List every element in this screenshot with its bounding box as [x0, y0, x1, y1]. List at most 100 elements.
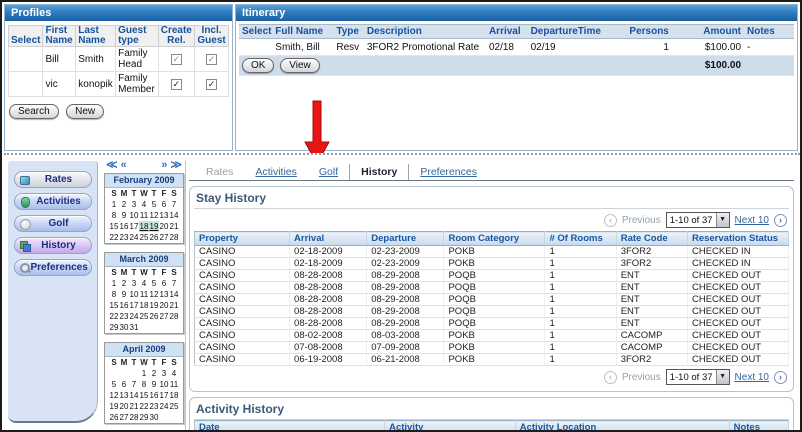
calendar-day[interactable]: 5	[149, 199, 159, 210]
calendar-day[interactable]: 11	[139, 289, 149, 300]
calendar-day[interactable]: 3	[129, 199, 139, 210]
calendar-day[interactable]: 11	[169, 379, 179, 390]
calendar-day[interactable]: 7	[129, 379, 139, 390]
calendar-day[interactable]: 27	[159, 311, 169, 322]
calendar-day[interactable]: 30	[119, 322, 129, 333]
calendar-day[interactable]: 17	[129, 221, 139, 232]
next-link[interactable]: Next 10	[735, 215, 769, 226]
calendar-day[interactable]: 21	[169, 221, 179, 232]
calendar-day[interactable]: 26	[109, 412, 119, 423]
calendar-day[interactable]: 4	[139, 199, 149, 210]
calendar-day[interactable]: 18	[139, 300, 149, 311]
new-button[interactable]: New	[66, 104, 104, 119]
calendar-day[interactable]: 19	[149, 300, 159, 311]
calendar-day[interactable]: 29	[139, 412, 149, 423]
calendar-day[interactable]: 2	[119, 278, 129, 289]
calendar-day[interactable]: 17	[159, 390, 169, 401]
page-range-select[interactable]: 1-10 of 37▼	[666, 212, 730, 228]
create-rel-checkbox[interactable]: ✓	[171, 79, 182, 90]
calendar-day[interactable]: 8	[139, 379, 149, 390]
calendar-day[interactable]: 30	[149, 412, 159, 423]
calendar-day[interactable]: 28	[129, 412, 139, 423]
search-button[interactable]: Search	[9, 104, 59, 119]
calendar-day[interactable]: 1	[109, 278, 119, 289]
calendar-day[interactable]: 16	[119, 221, 129, 232]
calendar-day[interactable]: 27	[159, 232, 169, 243]
calendar-day[interactable]: 11	[139, 210, 149, 221]
tab-history[interactable]: History	[349, 164, 409, 180]
calendar-day[interactable]: 16	[119, 300, 129, 311]
calendar-day[interactable]: 8	[109, 210, 119, 221]
calendar-day[interactable]: 10	[159, 379, 169, 390]
calendar-day[interactable]: 19	[149, 221, 159, 232]
calendar-day[interactable]: 12	[149, 289, 159, 300]
calendar-day[interactable]: 17	[129, 300, 139, 311]
calendar-day[interactable]: 21	[129, 401, 139, 412]
calendar-day[interactable]: 23	[149, 401, 159, 412]
calendar-day[interactable]: 29	[109, 322, 119, 333]
incl-guest-checkbox[interactable]: ✓	[206, 79, 217, 90]
calendar-day[interactable]: 28	[169, 232, 179, 243]
calendar-day[interactable]: 22	[139, 401, 149, 412]
calendar-day[interactable]: 24	[129, 232, 139, 243]
calendar-day[interactable]: 13	[119, 390, 129, 401]
calendar-day[interactable]: 23	[119, 311, 129, 322]
calendar-day[interactable]: 1	[139, 368, 149, 379]
calendar-day[interactable]: 12	[109, 390, 119, 401]
calendar-day[interactable]: 7	[169, 278, 179, 289]
calendar-day[interactable]: 25	[139, 232, 149, 243]
create-rel-checkbox[interactable]: ✓	[171, 54, 182, 65]
calendar-day[interactable]: 20	[119, 401, 129, 412]
calendar-day[interactable]: 23	[119, 232, 129, 243]
sidebar-item-history[interactable]: History	[14, 237, 92, 254]
calendar-day[interactable]: 28	[169, 311, 179, 322]
calendar-day[interactable]: 14	[169, 210, 179, 221]
calendar-day[interactable]: 13	[159, 210, 169, 221]
sidebar-item-rates[interactable]: Rates	[14, 171, 92, 188]
next-link[interactable]: Next 10	[735, 372, 769, 383]
calendar-next-button[interactable]: » ≫	[161, 159, 182, 171]
calendar-day[interactable]: 27	[119, 412, 129, 423]
calendar-day[interactable]: 22	[109, 311, 119, 322]
calendar-day[interactable]: 5	[109, 379, 119, 390]
page-range-select[interactable]: 1-10 of 37▼	[666, 369, 730, 385]
calendar-day[interactable]: 2	[149, 368, 159, 379]
view-button[interactable]: View	[280, 58, 320, 73]
calendar-day[interactable]: 15	[109, 221, 119, 232]
calendar-day[interactable]: 15	[109, 300, 119, 311]
calendar-day[interactable]: 19	[109, 401, 119, 412]
calendar-day[interactable]: 1	[109, 199, 119, 210]
tab-rates[interactable]: Rates	[195, 164, 244, 180]
calendar-day[interactable]: 10	[129, 210, 139, 221]
calendar-prev-button[interactable]: ≪ «	[106, 159, 127, 171]
calendar-day[interactable]: 26	[149, 311, 159, 322]
calendar-day[interactable]: 18	[139, 221, 149, 232]
calendar-day[interactable]: 24	[159, 401, 169, 412]
calendar-day[interactable]: 3	[129, 278, 139, 289]
calendar-day[interactable]: 5	[149, 278, 159, 289]
sidebar-item-preferences[interactable]: Preferences	[14, 259, 92, 276]
tab-activities[interactable]: Activities	[244, 164, 307, 180]
calendar-day[interactable]: 6	[159, 199, 169, 210]
calendar-day[interactable]: 25	[139, 311, 149, 322]
tab-preferences[interactable]: Preferences	[409, 164, 488, 180]
tab-golf[interactable]: Golf	[308, 164, 349, 180]
calendar-day[interactable]: 9	[149, 379, 159, 390]
incl-guest-checkbox[interactable]: ✓	[206, 54, 217, 65]
calendar-day[interactable]: 15	[139, 390, 149, 401]
next-page-icon[interactable]: ›	[774, 214, 787, 227]
calendar-day[interactable]: 2	[119, 199, 129, 210]
calendar-day[interactable]: 7	[169, 199, 179, 210]
calendar-day[interactable]: 9	[119, 289, 129, 300]
calendar-day[interactable]: 31	[129, 322, 139, 333]
calendar-day[interactable]: 14	[169, 289, 179, 300]
calendar-day[interactable]: 20	[159, 300, 169, 311]
calendar-day[interactable]: 4	[169, 368, 179, 379]
calendar-day[interactable]: 4	[139, 278, 149, 289]
calendar-day[interactable]: 18	[169, 390, 179, 401]
calendar-day[interactable]: 24	[129, 311, 139, 322]
next-page-icon[interactable]: ›	[774, 371, 787, 384]
ok-button[interactable]: OK	[242, 58, 274, 73]
calendar-day[interactable]: 26	[149, 232, 159, 243]
calendar-day[interactable]: 12	[149, 210, 159, 221]
